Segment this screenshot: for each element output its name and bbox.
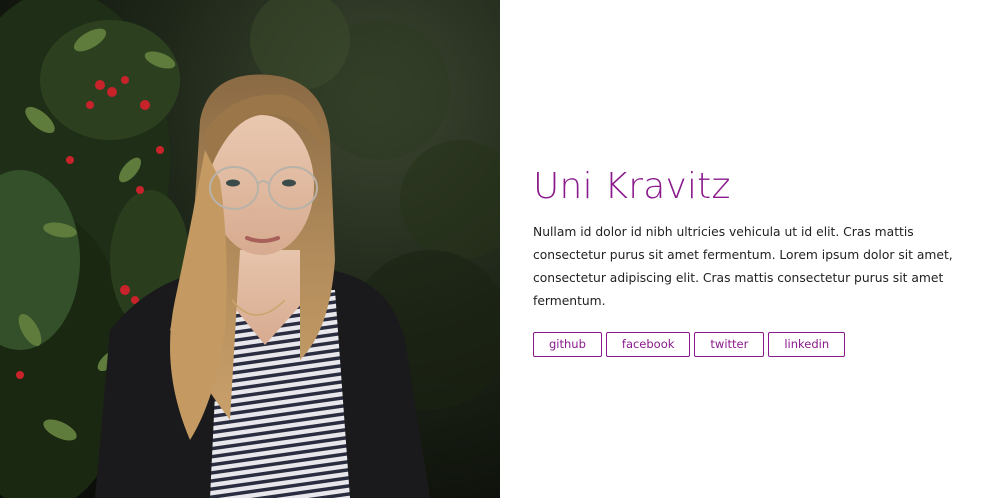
profile-name: Uni Kravitz [533,166,731,207]
twitter-button[interactable]: twitter [694,332,765,357]
profile-photo [0,0,500,498]
profile-card: Uni Kravitz Nullam id dolor id nibh ultr… [533,165,973,357]
facebook-button[interactable]: facebook [605,332,691,357]
social-links: github facebook twitter linkedin [533,332,973,357]
linkedin-button[interactable]: linkedin [768,332,846,357]
profile-bio: Nullam id dolor id nibh ultricies vehicu… [533,225,953,308]
portrait-illustration [0,0,500,498]
github-button[interactable]: github [533,332,602,357]
